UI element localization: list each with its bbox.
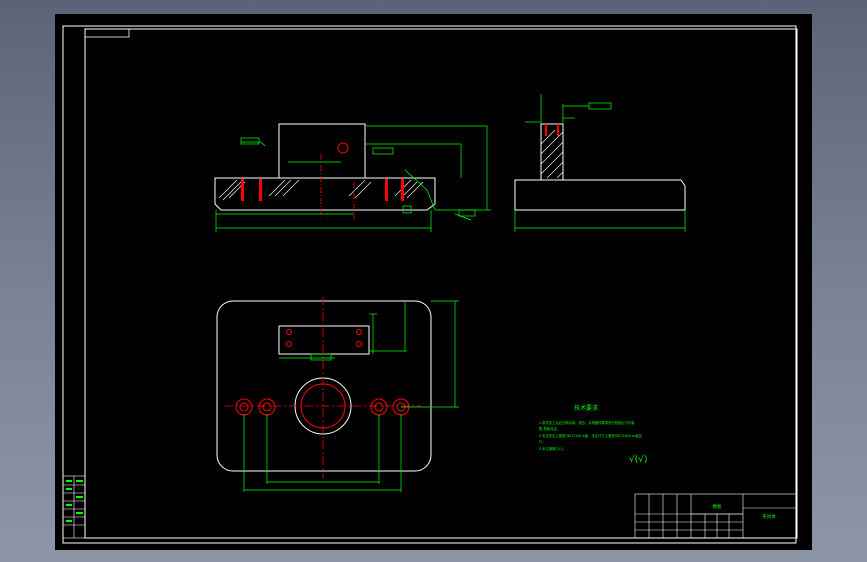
- bore-marks: [241, 179, 404, 201]
- tech-req-line-1: 1.零件加工后应去除毛刺、锐边，并按图样要求进行检验后方可装: [539, 420, 635, 425]
- top-plan-view: [216, 297, 459, 492]
- tech-req-line-3: 2.未注形位公差按GB/T1184-K级，未注尺寸公差按GB/T1804-m级执: [539, 433, 643, 438]
- drawing-number-box: [84, 28, 130, 38]
- roughness-symbol: √(√): [629, 454, 648, 465]
- revision-table: [62, 475, 86, 539]
- tech-req-line-2: 配,表面清洁。: [539, 426, 560, 431]
- sheet-outer-border: [62, 25, 797, 544]
- side-view: [514, 94, 686, 232]
- cad-viewport[interactable]: 技术要求 1.零件加工后应去除毛刺、锐边，并按图样要求进行检验后方可装 配,表面…: [55, 14, 812, 550]
- tech-req-line-5: 3.未注倒角C0.5。: [539, 446, 566, 451]
- part-name: 模板: [713, 503, 722, 510]
- sheet-inner-border: [84, 28, 798, 539]
- dimension-lines: [215, 125, 491, 232]
- side-hatching: [540, 129, 564, 179]
- front-section-view: [214, 123, 491, 232]
- technical-requirements: 技术要求 1.零件加工后应去除毛刺、锐边，并按图样要求进行检验后方可装 配,表面…: [539, 404, 648, 465]
- tech-req-title: 技术要求: [574, 404, 598, 412]
- engineering-drawing: 技术要求 1.零件加工后应去除毛刺、锐边，并按图样要求进行检验后方可装 配,表面…: [62, 25, 798, 544]
- tech-req-line-4: 行。: [539, 439, 546, 444]
- drawing-number: 夹具体: [762, 513, 776, 520]
